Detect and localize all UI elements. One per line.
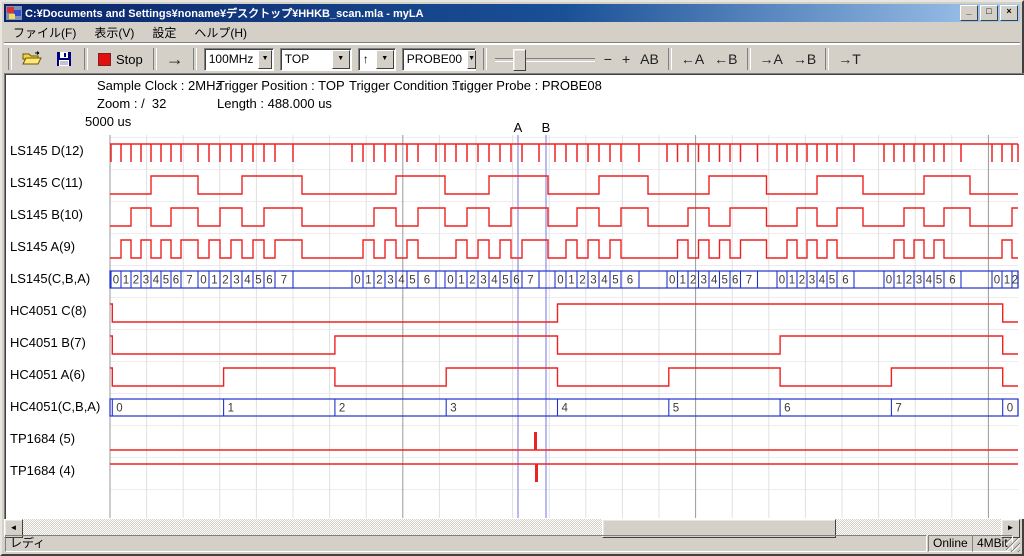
titlebar[interactable]: C:¥Documents and Settings¥noname¥デスクトップ¥… <box>4 4 1020 22</box>
open-folder-icon <box>22 51 42 67</box>
set-cursor-a-button[interactable]: →A <box>755 47 788 71</box>
resize-grip[interactable] <box>1006 538 1020 552</box>
menu-file[interactable]: ファイル(F) <box>4 22 85 43</box>
toolbar-separator <box>483 48 487 70</box>
ab-button[interactable]: AB <box>635 47 664 71</box>
app-icon <box>6 6 22 20</box>
sample-clock-value: 100MHz <box>205 52 258 66</box>
channel-label[interactable]: HC4051 A(6) <box>10 367 110 385</box>
channel-label[interactable]: LS145 D(12) <box>10 143 110 161</box>
waveform-client-area[interactable]: Sample Clock : 2MHz Trigger Position : T… <box>4 73 1024 519</box>
toolbar-separator <box>668 48 672 70</box>
minimize-button[interactable]: _ <box>960 5 978 21</box>
goto-cursor-b-button[interactable]: ←B <box>709 47 742 71</box>
probe-select[interactable]: PROBE00 ▼ <box>402 48 476 71</box>
channel-label[interactable]: TP1684 (4) <box>10 463 110 481</box>
chevron-down-icon[interactable]: ▼ <box>376 50 394 69</box>
zoom-slider-track <box>495 58 595 62</box>
maximize-button[interactable]: □ <box>980 5 998 21</box>
window-title: C:¥Documents and Settings¥noname¥デスクトップ¥… <box>25 5 958 21</box>
open-file-button[interactable] <box>16 47 48 71</box>
zoom-slider-handle[interactable] <box>513 49 526 71</box>
chevron-down-icon[interactable]: ▼ <box>258 50 271 69</box>
statusbar: レディ Online 4MBit <box>4 533 1020 552</box>
menu-settings[interactable]: 設定 <box>143 22 185 43</box>
set-cursor-b-button[interactable]: →B <box>788 47 821 71</box>
sample-clock-select[interactable]: 100MHz ▼ <box>204 48 274 71</box>
menu-help[interactable]: ヘルプ(H) <box>185 22 256 43</box>
cursor-a-label[interactable]: A <box>511 120 525 135</box>
trigger-probe-info: Trigger Probe : PROBE08 <box>452 78 602 93</box>
time-scale-label: 5000 us <box>85 114 131 129</box>
menubar: ファイル(F) 表示(V) 設定 ヘルプ(H) <box>4 22 1020 43</box>
trigger-position-value: TOP <box>281 52 331 66</box>
zoom-slider[interactable] <box>495 47 595 71</box>
save-button[interactable] <box>48 47 80 71</box>
menu-view[interactable]: 表示(V) <box>85 22 143 43</box>
channel-label[interactable]: LS145 B(10) <box>10 207 110 225</box>
stop-button[interactable]: Stop <box>92 47 149 71</box>
app-window: C:¥Documents and Settings¥noname¥デスクトップ¥… <box>0 0 1024 556</box>
toolbar-separator <box>84 48 88 70</box>
online-status-badge: Online <box>928 535 973 552</box>
zoom-out-button[interactable]: − <box>599 47 617 71</box>
channel-label[interactable]: TP1684 (5) <box>10 431 110 449</box>
toolbar-separator <box>8 48 12 70</box>
stop-label: Stop <box>116 52 143 67</box>
chevron-down-icon[interactable]: ▼ <box>467 50 476 69</box>
status-message: レディ <box>5 535 927 552</box>
trigger-edge-select[interactable]: ↑ ▼ <box>358 48 396 71</box>
trigger-position-select[interactable]: TOP ▼ <box>280 48 352 71</box>
channel-label[interactable]: LS145 C(11) <box>10 175 110 193</box>
channel-label[interactable]: HC4051 B(7) <box>10 335 110 353</box>
goto-trigger-button[interactable]: →T <box>833 47 866 71</box>
zoom-info: Zoom : / 32 <box>97 96 166 111</box>
toolbar-separator <box>193 48 197 70</box>
toolbar-separator <box>153 48 157 70</box>
trigger-condition-info: Trigger Condition : ↓ <box>349 78 466 93</box>
channel-label[interactable]: HC4051 C(8) <box>10 303 110 321</box>
toolbar: Stop → 100MHz ▼ TOP ▼ ↑ ▼ PROBE00 ▼ − + … <box>4 44 1020 73</box>
cursor-b-label[interactable]: B <box>539 120 553 135</box>
stop-icon <box>98 53 111 66</box>
toolbar-separator <box>825 48 829 70</box>
channel-label[interactable]: LS145(C,B,A) <box>10 271 110 289</box>
channel-label[interactable]: LS145 A(9) <box>10 239 110 257</box>
goto-cursor-a-button[interactable]: ←A <box>676 47 709 71</box>
length-info: Length : 488.000 us <box>217 96 332 111</box>
chevron-down-icon[interactable]: ▼ <box>332 50 350 69</box>
probe-value: PROBE00 <box>403 52 466 66</box>
trigger-position-info: Trigger Position : TOP <box>217 78 345 93</box>
toolbar-separator <box>747 48 751 70</box>
sample-clock-info: Sample Clock : 2MHz <box>97 78 222 93</box>
zoom-in-button[interactable]: + <box>617 47 635 71</box>
trigger-edge-value: ↑ <box>359 52 375 66</box>
save-floppy-icon <box>56 51 72 67</box>
channel-label[interactable]: HC4051(C,B,A) <box>10 399 110 417</box>
run-button[interactable]: → <box>161 47 189 71</box>
close-button[interactable]: × <box>1000 5 1018 21</box>
